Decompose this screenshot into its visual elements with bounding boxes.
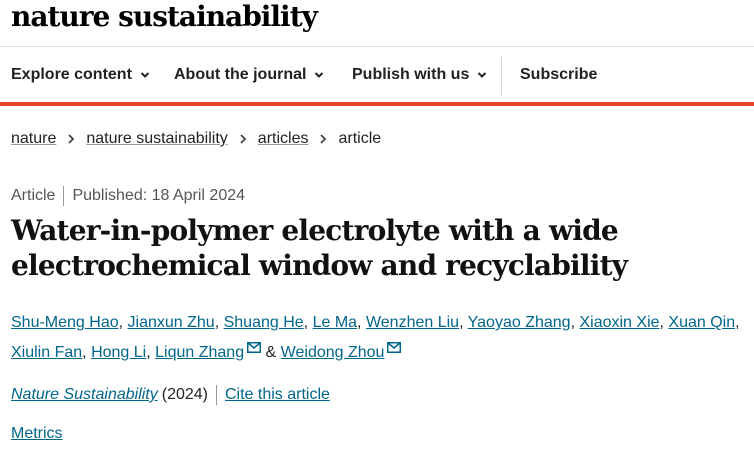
nav-item-label: About the journal [174, 66, 307, 83]
article-meta: Article Published: 18 April 2024 [11, 186, 245, 206]
author-separator: , [146, 344, 151, 361]
chevron-right-icon [320, 134, 327, 144]
author-link[interactable]: Xuan Qin [668, 314, 735, 331]
breadcrumb-current: article [338, 130, 382, 147]
author-link[interactable]: Xiulin Fan [11, 344, 82, 361]
accent-bar [0, 102, 754, 106]
nav-publish-with-us[interactable]: Publish with us [352, 66, 487, 84]
breadcrumb-articles[interactable]: articles [258, 130, 309, 148]
author-separator: , [735, 314, 740, 331]
nav-item-label: Explore content [11, 66, 132, 83]
author-link[interactable]: Weidong Zhou [281, 344, 385, 361]
publication-year: (2024) [161, 386, 208, 403]
author-link[interactable]: Le Ma [313, 314, 357, 331]
author-separator: , [357, 314, 362, 331]
citation-line: Nature Sustainability (2024) Cite this a… [11, 385, 330, 405]
author-list: Shu-Meng Hao, Jianxun Zhu, Shuang He, Le… [11, 308, 741, 368]
author-separator: , [118, 314, 124, 331]
author-link[interactable]: Shuang He [224, 314, 304, 331]
author-separator: , [303, 314, 309, 331]
main-nav: Explore content About the journal Publis… [0, 47, 754, 102]
mail-icon[interactable] [247, 342, 262, 353]
nav-separator [501, 57, 502, 95]
meta-separator [63, 186, 65, 206]
chevron-down-icon [140, 72, 150, 78]
published-date: Published: 18 April 2024 [72, 187, 246, 204]
author-link[interactable]: Liqun Zhang [155, 344, 244, 361]
author-link[interactable]: Hong Li [91, 344, 146, 361]
breadcrumb-nature-sustainability[interactable]: nature sustainability [86, 130, 227, 148]
article-type: Article [11, 187, 56, 204]
citation-separator [216, 385, 217, 405]
author-separator: , [82, 344, 87, 361]
chevron-down-icon [315, 72, 324, 78]
author-separator: , [214, 314, 220, 331]
chevron-right-icon [240, 134, 247, 144]
subscribe-link[interactable]: Subscribe [520, 66, 597, 84]
cite-article-link[interactable]: Cite this article [225, 386, 330, 404]
author-link[interactable]: Yaoyao Zhang [468, 314, 571, 331]
nav-about-journal[interactable]: About the journal [174, 66, 324, 84]
author-link[interactable]: Jianxun Zhu [128, 314, 215, 331]
article-title: Water-in-polymer electrolyte with a wide… [11, 214, 628, 282]
journal-name-link[interactable]: Nature Sustainability [11, 386, 158, 404]
chevron-down-icon [478, 72, 487, 78]
author-and: & [265, 344, 277, 361]
nav-item-label: Publish with us [352, 66, 470, 83]
author-link[interactable]: Shu-Meng Hao [11, 314, 119, 331]
nav-explore-content[interactable]: Explore content [11, 66, 150, 84]
metrics-link[interactable]: Metrics [11, 425, 63, 443]
site-logo[interactable]: nature sustainability [11, 0, 318, 33]
author-link[interactable]: Xiaoxin Xie [579, 314, 659, 331]
chevron-right-icon [68, 134, 75, 144]
mail-icon[interactable] [387, 342, 402, 353]
author-link[interactable]: Wenzhen Liu [366, 314, 459, 331]
author-separator: , [659, 314, 664, 331]
author-separator: , [459, 314, 464, 331]
author-separator: , [570, 314, 576, 331]
breadcrumb: nature nature sustainability articles ar… [11, 130, 381, 148]
breadcrumb-nature[interactable]: nature [11, 130, 56, 148]
